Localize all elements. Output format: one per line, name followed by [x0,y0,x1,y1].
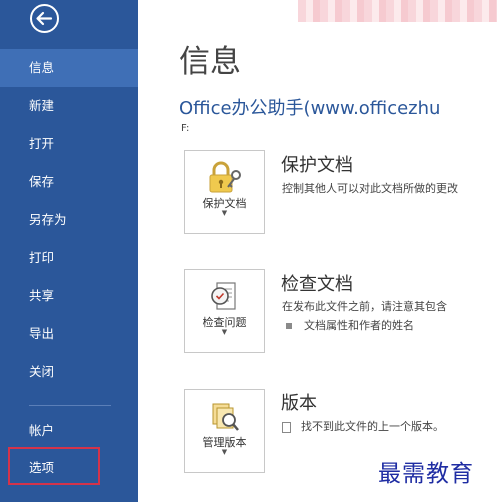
chevron-down-icon: ▼ [221,448,228,456]
versions-title: 版本 [281,393,317,414]
document-path[interactable]: F: [181,123,189,134]
lock-key-icon [209,161,241,193]
sidebar-item-save-as[interactable]: 另存为 [0,201,138,239]
inspect-document-title: 检查文档 [281,274,353,295]
sidebar-divider [29,405,111,406]
inspect-document-bullet: 文档属性和作者的姓名 [286,317,414,333]
sidebar-item-account[interactable]: 帐户 [0,412,138,450]
check-for-issues-button[interactable]: 检查问题 ▼ [184,269,265,353]
versions-desc-text: 找不到此文件的上一个版本。 [301,420,444,433]
blurred-region [298,0,497,22]
inspect-document-icon [211,282,236,310]
options-highlight-box [8,447,100,485]
watermark-text: 最需教育 [378,461,474,487]
sidebar-item-new[interactable]: 新建 [0,87,138,125]
bullet-square-icon [286,323,292,329]
sidebar-item-save[interactable]: 保存 [0,163,138,201]
sidebar-item-info[interactable]: 信息 [0,49,138,87]
inspect-document-desc: 在发布此文件之前，请注意其包含 [282,300,447,313]
chevron-down-icon: ▼ [221,209,228,217]
back-arrow-icon[interactable] [29,3,60,34]
document-icon [282,421,291,433]
protect-document-button[interactable]: 保护文档 ▼ [184,150,265,234]
sidebar-item-close[interactable]: 关闭 [0,353,138,391]
sidebar-item-export[interactable]: 导出 [0,315,138,353]
page-title: 信息 [179,44,241,80]
info-pane: 信息 Office办公助手(www.officezhu F: 保护文档 ▼ 保护… [138,0,497,502]
sidebar-item-print[interactable]: 打印 [0,239,138,277]
sidebar-item-share[interactable]: 共享 [0,277,138,315]
protect-document-desc: 控制其他人可以对此文档所做的更改 [282,182,458,195]
backstage-sidebar: 信息 新建 打开 保存 另存为 打印 共享 导出 关闭 帐户 选项 [0,0,138,502]
chevron-down-icon: ▼ [221,328,228,336]
protect-document-title: 保护文档 [281,155,353,176]
sidebar-item-open[interactable]: 打开 [0,125,138,163]
manage-versions-button[interactable]: 管理版本 ▼ [184,389,265,473]
inspect-document-bullet-text: 文档属性和作者的姓名 [304,319,414,332]
versions-desc: 找不到此文件的上一个版本。 [282,418,444,434]
document-name: Office办公助手(www.officezhu [179,98,441,119]
manage-versions-icon [212,403,239,431]
